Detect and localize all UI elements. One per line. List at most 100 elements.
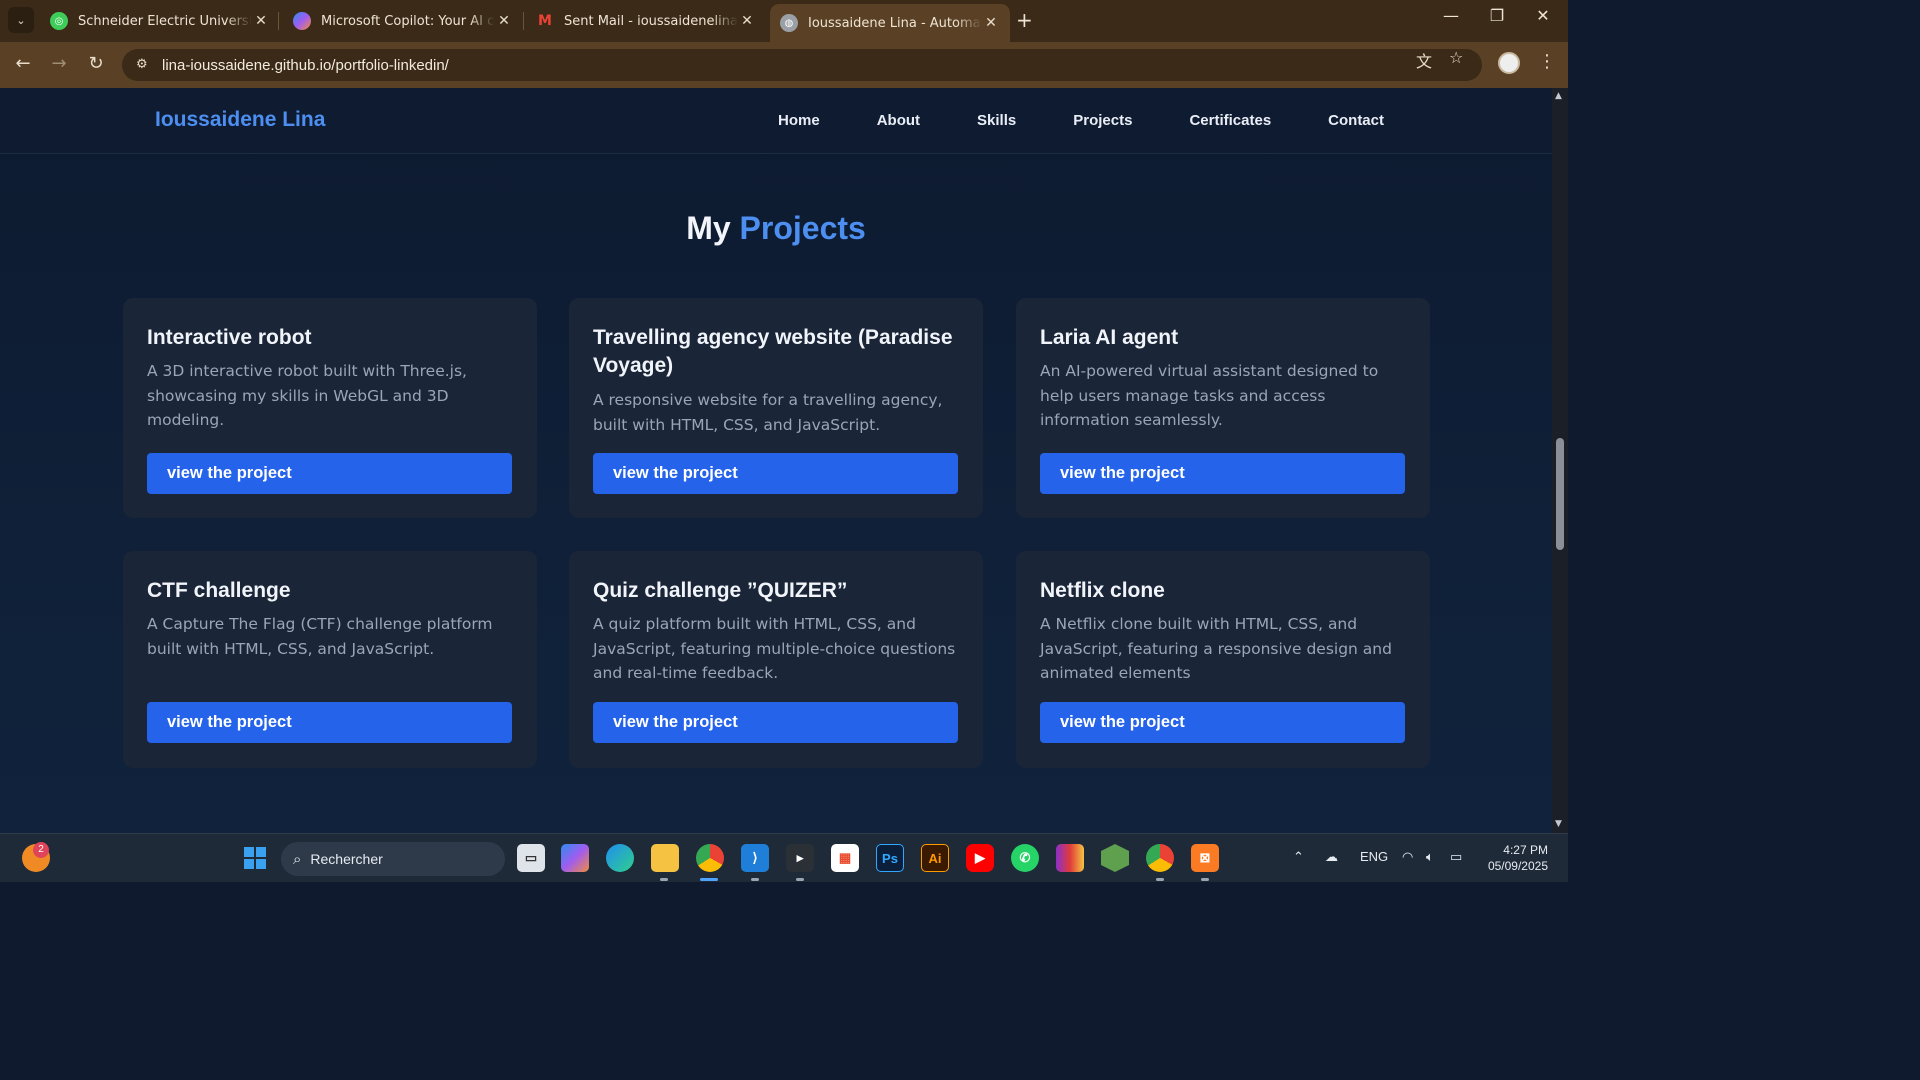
close-window-icon[interactable]: ✕ <box>1520 6 1566 25</box>
view-project-button[interactable]: view the project <box>147 453 512 494</box>
forward-icon[interactable]: → <box>46 53 72 74</box>
tab-schneider[interactable]: ◎ Schneider Electric University | b ✕ <box>40 4 280 38</box>
browser-menu-icon[interactable]: ⋮ <box>1538 51 1556 72</box>
tab-portfolio-active[interactable]: ◍ Ioussaidene Lina - Automation E ✕ <box>770 4 1010 42</box>
main-nav: Home About Skills Projects Certificates … <box>778 112 1384 129</box>
project-card: Laria AI agent An AI-powered virtual ass… <box>1016 298 1430 518</box>
site-info-icon[interactable]: ⚙ <box>136 57 152 73</box>
scroll-thumb[interactable] <box>1556 438 1564 550</box>
close-tab-icon[interactable]: ✕ <box>252 13 270 29</box>
running-indicator <box>660 878 668 881</box>
nav-certificates-link[interactable]: Certificates <box>1189 112 1271 129</box>
back-icon[interactable]: ← <box>10 53 36 74</box>
nav-about-link[interactable]: About <box>877 112 920 129</box>
project-title: Interactive robot <box>147 326 312 349</box>
tab-search-button[interactable]: ⌄ <box>8 7 34 33</box>
taskbar-search-input[interactable]: ⌕ Rechercher <box>281 842 505 876</box>
illustrator-icon[interactable]: Ai <box>921 844 949 872</box>
chrome-alt-icon[interactable] <box>1146 844 1174 872</box>
edge-icon[interactable] <box>606 844 634 872</box>
view-project-button[interactable]: view the project <box>1040 453 1405 494</box>
restore-icon[interactable]: ❐ <box>1474 6 1520 25</box>
running-indicator <box>751 878 759 881</box>
translate-icon[interactable]: 文 <box>1416 48 1432 72</box>
active-indicator <box>700 878 718 881</box>
running-indicator <box>1156 878 1164 881</box>
nav-contact-link[interactable]: Contact <box>1328 112 1384 129</box>
project-title: CTF challenge <box>147 579 291 602</box>
show-hidden-icons-icon[interactable]: ⌃ <box>1293 849 1304 865</box>
section-title: My Projects <box>686 210 866 246</box>
close-tab-icon[interactable]: ✕ <box>982 15 1000 31</box>
view-project-button[interactable]: view the project <box>1040 702 1405 743</box>
url-text: lina-ioussaidene.github.io/portfolio-lin… <box>162 56 449 74</box>
notification-badge: 2 <box>33 842 49 858</box>
scroll-down-icon[interactable]: ▼ <box>1555 819 1562 829</box>
nav-home-link[interactable]: Home <box>778 112 820 129</box>
page-scrollbar[interactable]: ▲ ▼ <box>1552 88 1568 833</box>
gmail-favicon-icon: M <box>538 13 552 29</box>
project-card: Travelling agency website (Paradise Voya… <box>569 298 983 518</box>
project-card: Quiz challenge ”QUIZER” A quiz platform … <box>569 551 983 768</box>
tab-gmail[interactable]: M Sent Mail - ioussaidenelina@gm ✕ <box>526 4 766 38</box>
scroll-up-icon[interactable]: ▲ <box>1555 91 1562 101</box>
project-card: Interactive robot A 3D interactive robot… <box>123 298 537 518</box>
project-description: A 3D interactive robot built with Three.… <box>147 362 467 429</box>
project-description: A quiz platform built with HTML, CSS, an… <box>593 615 956 682</box>
terminal-icon[interactable]: ▸ <box>786 844 814 872</box>
profile-avatar-icon[interactable] <box>1498 52 1520 74</box>
project-title: Netflix clone <box>1040 579 1165 602</box>
schneider-favicon-icon: ◎ <box>50 12 68 30</box>
nav-skills-link[interactable]: Skills <box>977 112 1016 129</box>
brand-logo-text[interactable]: Ioussaidene Lina <box>155 108 325 132</box>
browser-toolbar: ← → ↻ ⚙ lina-ioussaidene.github.io/portf… <box>0 42 1568 88</box>
globe-favicon-icon: ◍ <box>780 14 798 32</box>
nav-projects-link[interactable]: Projects <box>1073 112 1132 129</box>
project-title: Travelling agency website (Paradise Voya… <box>593 326 953 377</box>
start-icon[interactable] <box>241 844 269 872</box>
running-indicator <box>796 878 804 881</box>
task-view-icon[interactable]: ▭ <box>517 844 545 872</box>
project-description: An AI-powered virtual assistant designed… <box>1040 362 1379 429</box>
site-header: Ioussaidene Lina Home About Skills Proje… <box>0 88 1552 154</box>
store-icon[interactable]: ▦ <box>831 844 859 872</box>
search-icon: ⌕ <box>293 850 302 868</box>
battery-icon[interactable]: ▭ <box>1450 849 1462 865</box>
chrome-icon[interactable] <box>696 844 724 872</box>
onedrive-icon[interactable]: ☁ <box>1325 849 1338 865</box>
project-card: CTF challenge A Capture The Flag (CTF) c… <box>123 551 537 768</box>
youtube-icon[interactable]: ▶ <box>966 844 994 872</box>
view-project-button[interactable]: view the project <box>147 702 512 743</box>
page-viewport: Ioussaidene Lina Home About Skills Proje… <box>0 88 1552 833</box>
reload-icon[interactable]: ↻ <box>83 53 109 74</box>
new-tab-icon[interactable]: + <box>1016 8 1033 32</box>
address-bar[interactable]: ⚙ lina-ioussaidene.github.io/portfolio-l… <box>122 49 1482 81</box>
copilot-icon[interactable] <box>561 844 589 872</box>
file-explorer-icon[interactable] <box>651 844 679 872</box>
minimize-icon[interactable]: — <box>1428 6 1474 25</box>
windows-taskbar: 2 ⌕ Rechercher ▭ ⟩ ▸ ▦ Ps Ai ▶ ✆ ⊠ ⌃ ☁ E… <box>0 833 1568 882</box>
project-description: A Capture The Flag (CTF) challenge platf… <box>147 615 493 658</box>
nodejs-icon[interactable] <box>1101 844 1129 872</box>
copilot-favicon-icon <box>293 12 311 30</box>
whatsapp-icon[interactable]: ✆ <box>1011 844 1039 872</box>
wifi-icon[interactable]: ◠ <box>1402 849 1413 865</box>
project-title: Quiz challenge ”QUIZER” <box>593 579 848 602</box>
project-card: Netflix clone A Netflix clone built with… <box>1016 551 1430 768</box>
system-clock[interactable]: 4:27 PM 05/09/2025 <box>1478 842 1548 874</box>
photoshop-icon[interactable]: Ps <box>876 844 904 872</box>
close-tab-icon[interactable]: ✕ <box>495 13 513 29</box>
project-title: Laria AI agent <box>1040 326 1179 349</box>
bookmark-star-icon[interactable]: ☆ <box>1449 48 1463 67</box>
language-indicator[interactable]: ENG <box>1360 849 1388 864</box>
volume-icon[interactable]: 🔈︎ <box>1426 849 1434 865</box>
winrar-icon[interactable] <box>1056 844 1084 872</box>
close-tab-icon[interactable]: ✕ <box>738 13 756 29</box>
project-description: A Netflix clone built with HTML, CSS, an… <box>1040 615 1392 682</box>
vscode-icon[interactable]: ⟩ <box>741 844 769 872</box>
xampp-icon[interactable]: ⊠ <box>1191 844 1219 872</box>
view-project-button[interactable]: view the project <box>593 702 958 743</box>
view-project-button[interactable]: view the project <box>593 453 958 494</box>
running-indicator <box>1201 878 1209 881</box>
tab-copilot[interactable]: Microsoft Copilot: Your AI comp ✕ <box>283 4 523 38</box>
